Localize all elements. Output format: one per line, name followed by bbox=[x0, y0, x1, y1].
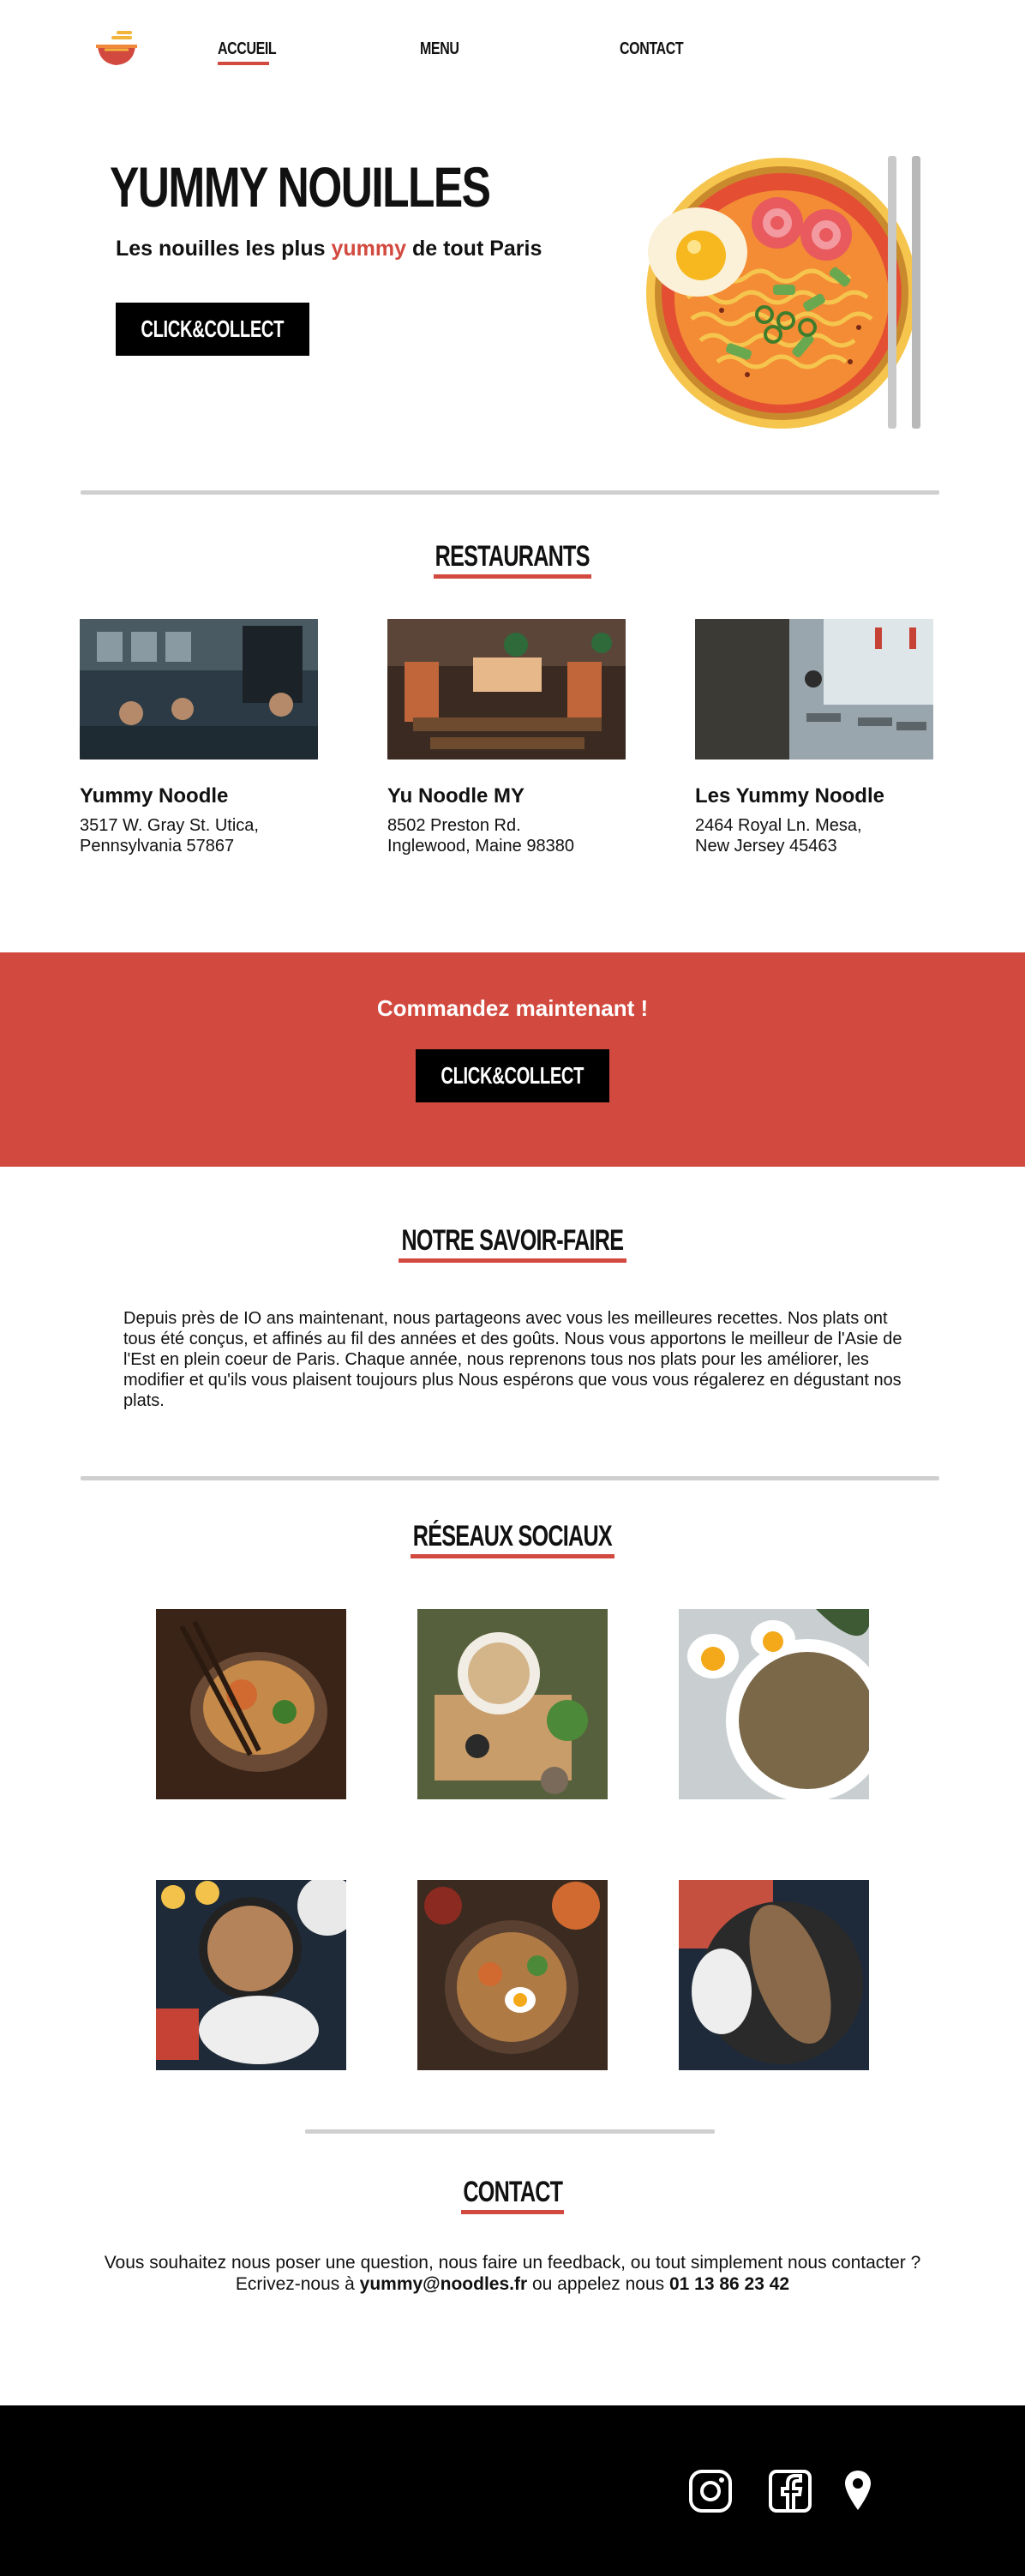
top-navigation: ACCUEIL MENU CONTACT bbox=[0, 0, 1025, 103]
savoir-faire-title: NOTRE SAVOIR-FAIRE bbox=[0, 1224, 1025, 1263]
ramen-bowl-illustration bbox=[646, 156, 920, 429]
restaurant-card[interactable]: Yu Noodle MY 8502 Preston Rd. Inglewood,… bbox=[387, 619, 627, 856]
savoir-faire-text: Depuis près de IO ans maintenant, nous p… bbox=[123, 1309, 902, 1410]
hero-title: YUMMY NOUILLES bbox=[110, 155, 491, 219]
nav-link-accueil[interactable]: ACCUEIL bbox=[218, 39, 291, 65]
contact-text: Vous souhaitez nous poser une question, … bbox=[103, 2252, 922, 2295]
instagram-icon[interactable] bbox=[688, 2469, 733, 2513]
restaurants-title: RESTAURANTS bbox=[0, 540, 1025, 579]
restaurant-card[interactable]: Les Yummy Noodle 2464 Royal Ln. Mesa, Ne… bbox=[695, 619, 935, 856]
restaurant-name: Yu Noodle MY bbox=[387, 784, 525, 808]
contact-line-2: Ecrivez-nous à yummy@noodles.fr ou appel… bbox=[235, 2274, 790, 2294]
nav-link-menu[interactable]: MENU bbox=[420, 39, 469, 59]
restaurant-name: Yummy Noodle bbox=[80, 784, 229, 808]
restaurant-photo bbox=[387, 619, 626, 760]
order-now-text: Commandez maintenant ! bbox=[376, 995, 649, 1021]
social-title: RÉSEAUX SOCIAUX bbox=[0, 1520, 1025, 1558]
nav-link-contact[interactable]: CONTACT bbox=[620, 39, 699, 59]
hero-click-collect-button[interactable]: CLICK&COLLECT bbox=[116, 303, 309, 356]
restaurant-card[interactable]: Yummy Noodle 3517 W. Gray St. Utica, Pen… bbox=[80, 619, 320, 856]
restaurant-name: Les Yummy Noodle bbox=[695, 784, 884, 808]
facebook-icon[interactable] bbox=[768, 2469, 812, 2513]
grilled-fish-photo[interactable] bbox=[679, 1880, 869, 2070]
banner-click-collect-button[interactable]: CLICK&COLLECT bbox=[416, 1049, 609, 1102]
ramen-chopsticks-photo[interactable] bbox=[156, 1609, 346, 1799]
contact-line-1: Vous souhaitez nous poser une question, … bbox=[104, 2253, 921, 2273]
section-divider bbox=[305, 2129, 715, 2134]
sushi-platter-photo[interactable] bbox=[156, 1880, 346, 2070]
contact-title: CONTACT bbox=[0, 2176, 1025, 2214]
section-divider bbox=[81, 1476, 939, 1480]
restaurant-photo bbox=[695, 619, 933, 760]
section-divider bbox=[81, 490, 939, 495]
hero-subtitle: Les nouilles les plus yummy de tout Pari… bbox=[116, 237, 542, 261]
ramen-logo[interactable] bbox=[94, 29, 139, 69]
contact-email-link[interactable]: yummy@noodles.fr bbox=[360, 2274, 528, 2294]
ramen-topdown-photo[interactable] bbox=[417, 1880, 608, 2070]
restaurant-address: 8502 Preston Rd. Inglewood, Maine 98380 bbox=[387, 816, 574, 856]
contact-phone-link[interactable]: 01 13 86 23 42 bbox=[669, 2274, 789, 2294]
egg-soup-photo[interactable] bbox=[679, 1609, 869, 1799]
noodle-table-photo[interactable] bbox=[417, 1609, 608, 1799]
restaurant-photo bbox=[80, 619, 318, 760]
restaurant-address: 3517 W. Gray St. Utica, Pennsylvania 578… bbox=[80, 816, 259, 856]
location-pin-icon[interactable] bbox=[843, 2469, 872, 2513]
restaurant-address: 2464 Royal Ln. Mesa, New Jersey 45463 bbox=[695, 816, 862, 856]
